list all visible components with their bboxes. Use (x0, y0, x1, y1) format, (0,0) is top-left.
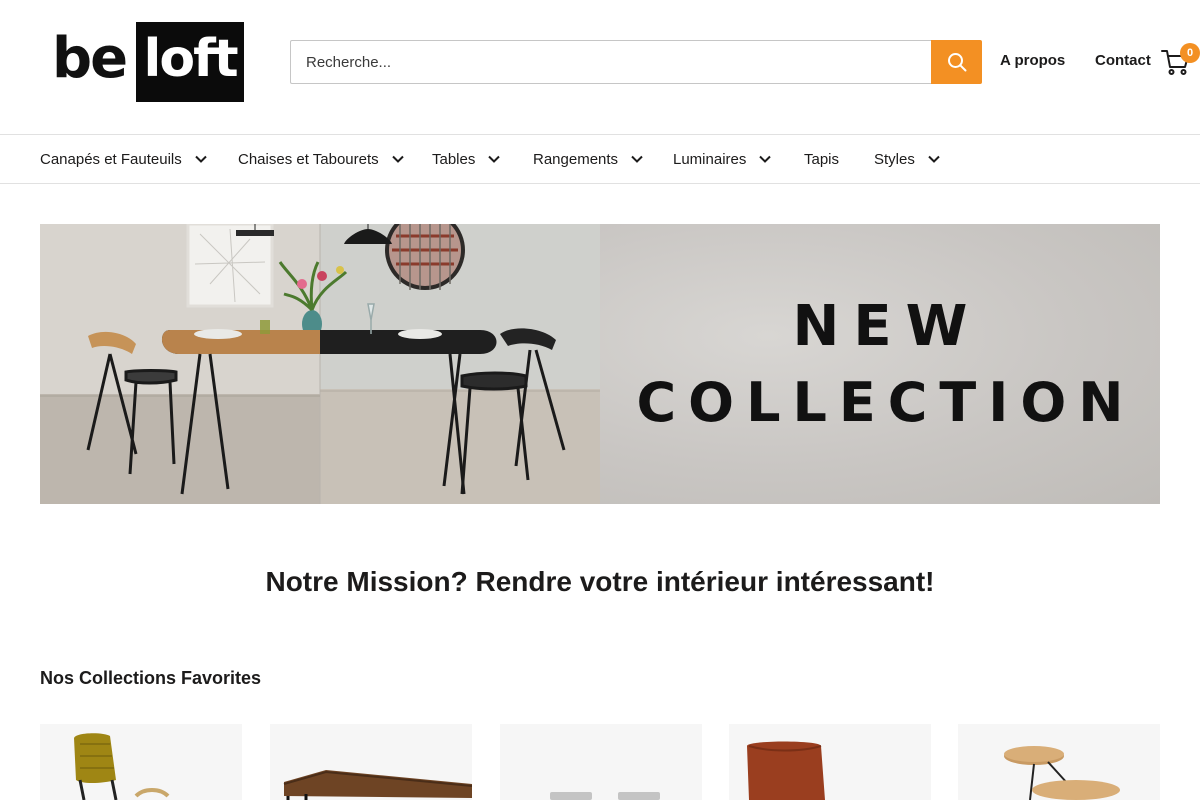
logo-box: loft (136, 22, 244, 102)
logo[interactable]: be loft (40, 18, 244, 106)
banner-title-collection: COLLECTION (636, 371, 1136, 434)
collection-card-armchairs[interactable] (729, 724, 931, 800)
mission-heading: Notre Mission? Rendre votre intérieur in… (265, 566, 935, 597)
nav-item-label: Chaises et Tabourets (238, 150, 379, 168)
wood-table-image (283, 770, 472, 800)
collection-card-side-tables[interactable] (958, 724, 1160, 800)
hero-banner[interactable]: NEW COLLECTION (40, 224, 1160, 504)
search-button[interactable] (931, 40, 982, 84)
chevron-down-icon (488, 155, 501, 163)
chevron-down-icon (195, 155, 207, 163)
collections-title: Nos Collections Favorites (40, 668, 262, 688)
collection-card-chairs[interactable] (40, 724, 242, 800)
nav-item-label: Luminaires (673, 150, 747, 168)
nav-item-label: Tapis (804, 150, 840, 168)
search-form (290, 40, 982, 84)
dining-room-image (40, 224, 600, 504)
nav-item-tables[interactable]: Tables (432, 135, 501, 183)
nav-item-chaises[interactable]: Chaises et Tabourets (238, 135, 405, 183)
nav-item-styles[interactable]: Styles (874, 135, 941, 183)
nav-item-rangements[interactable]: Rangements (533, 135, 644, 183)
main-nav: Canapés et Fauteuils Chaises et Tabouret… (0, 134, 1200, 184)
yellow-chair-image (74, 733, 170, 800)
cart-count-badge: 0 (1180, 43, 1200, 63)
collection-card-tables[interactable] (270, 724, 472, 800)
about-link[interactable]: A propos (1000, 52, 1065, 69)
nav-item-tapis[interactable]: Tapis (804, 135, 839, 183)
nav-item-canapes[interactable]: Canapés et Fauteuils (40, 135, 208, 183)
site-header: be loft A propos Contact 0 (0, 0, 1200, 134)
chevron-down-icon (928, 155, 940, 163)
collection-card-sofas[interactable] (500, 724, 702, 800)
banner-title-new: NEW (792, 294, 982, 359)
nav-item-label: Styles (874, 150, 915, 168)
search-icon (947, 53, 966, 72)
nav-item-luminaires[interactable]: Luminaires (673, 135, 772, 183)
nav-item-label: Rangements (533, 150, 619, 168)
logo-text-be: be (52, 26, 128, 91)
nav-item-label: Tables (432, 150, 476, 168)
chevron-down-icon (759, 155, 772, 163)
chevron-down-icon (631, 155, 643, 163)
banner-text-panel: NEW COLLECTION (600, 224, 1160, 504)
chevron-down-icon (391, 155, 404, 163)
rust-chair-image (747, 741, 825, 800)
search-input[interactable] (290, 40, 931, 84)
logo-text-loft: loft (143, 29, 239, 89)
nav-item-label: Canapés et Fauteuils (40, 150, 182, 168)
round-side-table-image (1004, 746, 1120, 800)
grey-sofa-image (550, 792, 660, 800)
contact-link[interactable]: Contact (1095, 52, 1151, 69)
